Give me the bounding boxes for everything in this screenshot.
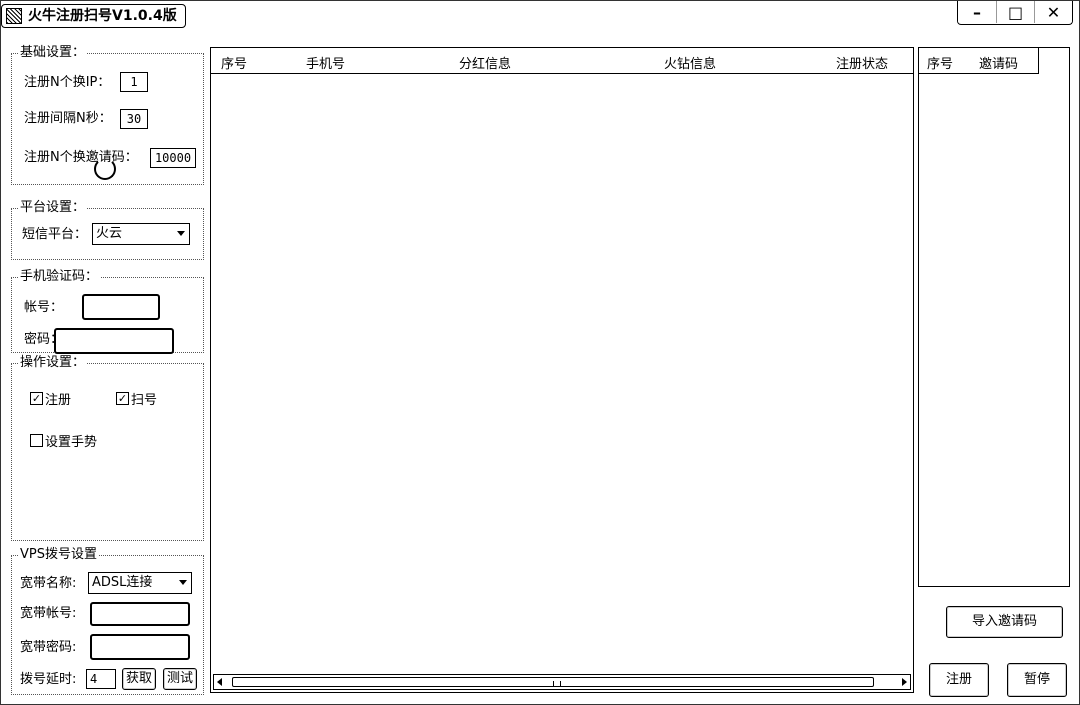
col-invite-index[interactable]: 序号: [927, 53, 953, 72]
invite-list-header: 序号 邀请码: [919, 48, 1039, 74]
basic-settings-group: 基础设置： 注册N个换IP： 1 注册间隔N秒： 30 注册N个换邀请码： 10…: [11, 46, 204, 185]
basic-settings-title: 基础设置：: [18, 45, 88, 60]
account-list-header: 序号 手机号 分红信息 火钻信息 注册状态: [211, 48, 913, 74]
maximize-icon: □: [1007, 2, 1024, 22]
broadband-account-label: 宽带帐号:: [20, 606, 77, 621]
vps-settings-group: VPS拨号设置 宽带名称: ADSL连接 宽带帐号: 宽带密码: 拨号延时: 4…: [11, 548, 204, 695]
test-button[interactable]: 测试: [163, 668, 197, 690]
scroll-left-icon[interactable]: [217, 678, 222, 686]
platform-settings-title: 平台设置：: [18, 200, 88, 215]
broadband-password-input[interactable]: [90, 634, 190, 660]
scan-check-icon: ✓: [116, 392, 129, 405]
phone-verify-group: 手机验证码： 帐号： 密码：: [11, 270, 204, 354]
fetch-button[interactable]: 获取: [122, 668, 156, 690]
gesture-checkbox-label: 设置手势: [45, 435, 98, 450]
register-checkbox-label: 注册: [45, 393, 72, 408]
close-button[interactable]: ✕: [1034, 1, 1072, 23]
vps-settings-title: VPS拨号设置: [18, 547, 99, 562]
switch-ip-label: 注册N个换IP：: [24, 75, 111, 90]
account-label: 帐号：: [24, 300, 64, 315]
app-icon: [6, 8, 22, 24]
sms-platform-value: 火云: [96, 226, 123, 241]
maximize-button[interactable]: □: [996, 1, 1034, 23]
dial-delay-label: 拨号延时:: [20, 672, 77, 687]
close-icon: ✕: [1046, 2, 1061, 22]
broadband-name-select[interactable]: ADSL连接: [88, 572, 192, 594]
password-input[interactable]: [54, 328, 174, 354]
platform-settings-group: 平台设置： 短信平台： 火云: [11, 201, 204, 260]
gesture-checkbox[interactable]: 设置手势: [30, 431, 97, 450]
title-bar: 火牛注册扫号V1.0.4版 – □ ✕: [1, 1, 1079, 31]
broadband-name-value: ADSL连接: [92, 575, 153, 590]
switch-invite-input[interactable]: 10000: [150, 148, 196, 168]
scan-checkbox-label: 扫号: [131, 393, 158, 408]
window-title-tab: 火牛注册扫号V1.0.4版: [1, 4, 186, 28]
register-button[interactable]: 注册: [929, 663, 989, 697]
switch-ip-input[interactable]: 1: [120, 72, 148, 92]
col-dividend[interactable]: 分红信息: [459, 53, 511, 72]
interval-input[interactable]: 30: [120, 109, 148, 129]
operation-settings-group: 操作设置： ✓ 注册 ✓ 扫号 设置手势: [11, 356, 204, 541]
col-status[interactable]: 注册状态: [836, 53, 888, 72]
minimize-button[interactable]: –: [958, 1, 996, 23]
import-invite-button[interactable]: 导入邀请码: [946, 606, 1063, 638]
switch-invite-label: 注册N个换邀请码：: [24, 150, 138, 165]
gesture-unchecked-box: [30, 434, 43, 447]
broadband-password-label: 宽带密码:: [20, 640, 77, 655]
app-window: 火牛注册扫号V1.0.4版 – □ ✕ 基础设置： 注册N个换IP： 1 注册间…: [0, 0, 1080, 705]
pause-button[interactable]: 暂停: [1007, 663, 1067, 697]
sms-platform-select[interactable]: 火云: [92, 223, 190, 245]
account-input[interactable]: [82, 294, 160, 320]
phone-verify-title: 手机验证码：: [18, 269, 101, 284]
invite-code-list[interactable]: 序号 邀请码: [918, 47, 1070, 587]
dial-delay-input[interactable]: 4: [86, 669, 116, 689]
grip-icon: [553, 681, 561, 687]
scroll-right-icon[interactable]: [902, 678, 907, 686]
chevron-down-icon: [177, 231, 185, 236]
broadband-account-input[interactable]: [90, 602, 190, 626]
minimize-icon: –: [973, 2, 981, 22]
interval-label: 注册间隔N秒：: [24, 111, 112, 126]
operation-settings-title: 操作设置：: [18, 355, 88, 370]
register-check-icon: ✓: [30, 392, 43, 405]
col-phone[interactable]: 手机号: [306, 53, 345, 72]
col-invite-code[interactable]: 邀请码: [979, 53, 1018, 72]
window-title: 火牛注册扫号V1.0.4版: [28, 8, 177, 24]
scrollbar-thumb[interactable]: [232, 677, 874, 687]
register-checkbox[interactable]: ✓ 注册: [30, 389, 71, 408]
scan-checkbox[interactable]: ✓ 扫号: [116, 389, 157, 408]
col-index[interactable]: 序号: [221, 53, 247, 72]
loading-spinner-icon: [94, 158, 116, 180]
horizontal-scrollbar[interactable]: [213, 674, 911, 690]
account-list[interactable]: 序号 手机号 分红信息 火钻信息 注册状态: [210, 47, 914, 693]
chevron-down-icon: [179, 580, 187, 585]
sms-platform-label: 短信平台：: [22, 227, 88, 242]
window-controls: – □ ✕: [957, 1, 1073, 25]
broadband-name-label: 宽带名称:: [20, 576, 77, 591]
col-diamond[interactable]: 火钻信息: [664, 53, 716, 72]
